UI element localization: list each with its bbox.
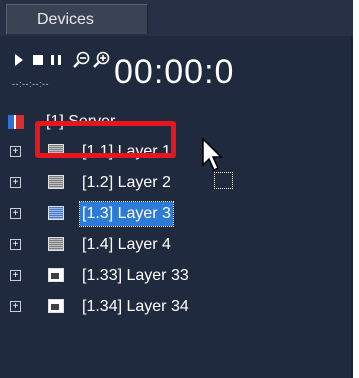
zoom-in-button[interactable] bbox=[92, 50, 112, 70]
play-button[interactable] bbox=[12, 53, 26, 67]
zoom-in-icon bbox=[93, 51, 110, 68]
sub-timecode: --:--:--:-- bbox=[12, 79, 49, 89]
image-icon bbox=[48, 268, 64, 282]
expand-icon[interactable]: + bbox=[10, 301, 21, 312]
tree-row-layer-2[interactable]: + [1.2] Layer 2 bbox=[0, 169, 353, 199]
layer-icon bbox=[48, 237, 64, 251]
timecode-display: 00:00:0 bbox=[114, 53, 235, 91]
expand-icon[interactable]: + bbox=[10, 208, 21, 219]
layer-label: [1.3] Layer 3 bbox=[79, 201, 174, 227]
stop-icon bbox=[33, 55, 43, 65]
tree-row-layer-3[interactable]: + [1.3] Layer 3 bbox=[0, 200, 353, 230]
tree-row-layer-34[interactable]: + [1.34] Layer 34 bbox=[0, 293, 353, 323]
layer-label: [1.2] Layer 2 bbox=[82, 174, 171, 191]
layer-icon bbox=[48, 206, 64, 220]
stop-button[interactable] bbox=[31, 53, 45, 67]
layer-icon bbox=[48, 175, 64, 189]
image-icon bbox=[48, 299, 64, 313]
expand-icon[interactable]: + bbox=[10, 177, 21, 188]
drag-indicator bbox=[214, 172, 233, 189]
tree-row-layer-4[interactable]: + [1.4] Layer 4 bbox=[0, 231, 353, 261]
expand-icon[interactable]: + bbox=[10, 146, 21, 157]
transport-toolbar: 00:00:0 --:--:--:-- bbox=[0, 36, 353, 98]
tab-devices[interactable]: Devices bbox=[6, 4, 148, 34]
play-icon bbox=[15, 54, 23, 66]
pause-icon bbox=[51, 55, 61, 65]
pause-button[interactable] bbox=[49, 53, 63, 67]
layer-label: [1.34] Layer 34 bbox=[82, 298, 189, 315]
expand-icon[interactable]: + bbox=[10, 270, 21, 281]
window-edge bbox=[353, 0, 359, 378]
mouse-cursor-icon bbox=[202, 137, 223, 172]
layer-label: [1.4] Layer 4 bbox=[82, 236, 171, 253]
tab-strip: Devices bbox=[0, 0, 353, 36]
zoom-out-button[interactable] bbox=[72, 50, 92, 70]
zoom-out-icon bbox=[73, 51, 90, 68]
annotation-highlight-box bbox=[35, 121, 176, 158]
devices-panel: Devices 00:00:0 --:--:--:-- [1] Server +… bbox=[0, 0, 353, 378]
expand-icon[interactable]: + bbox=[10, 239, 21, 250]
layer-label: [1.33] Layer 33 bbox=[82, 267, 189, 284]
tree-row-layer-33[interactable]: + [1.33] Layer 33 bbox=[0, 262, 353, 292]
server-icon bbox=[8, 115, 24, 129]
